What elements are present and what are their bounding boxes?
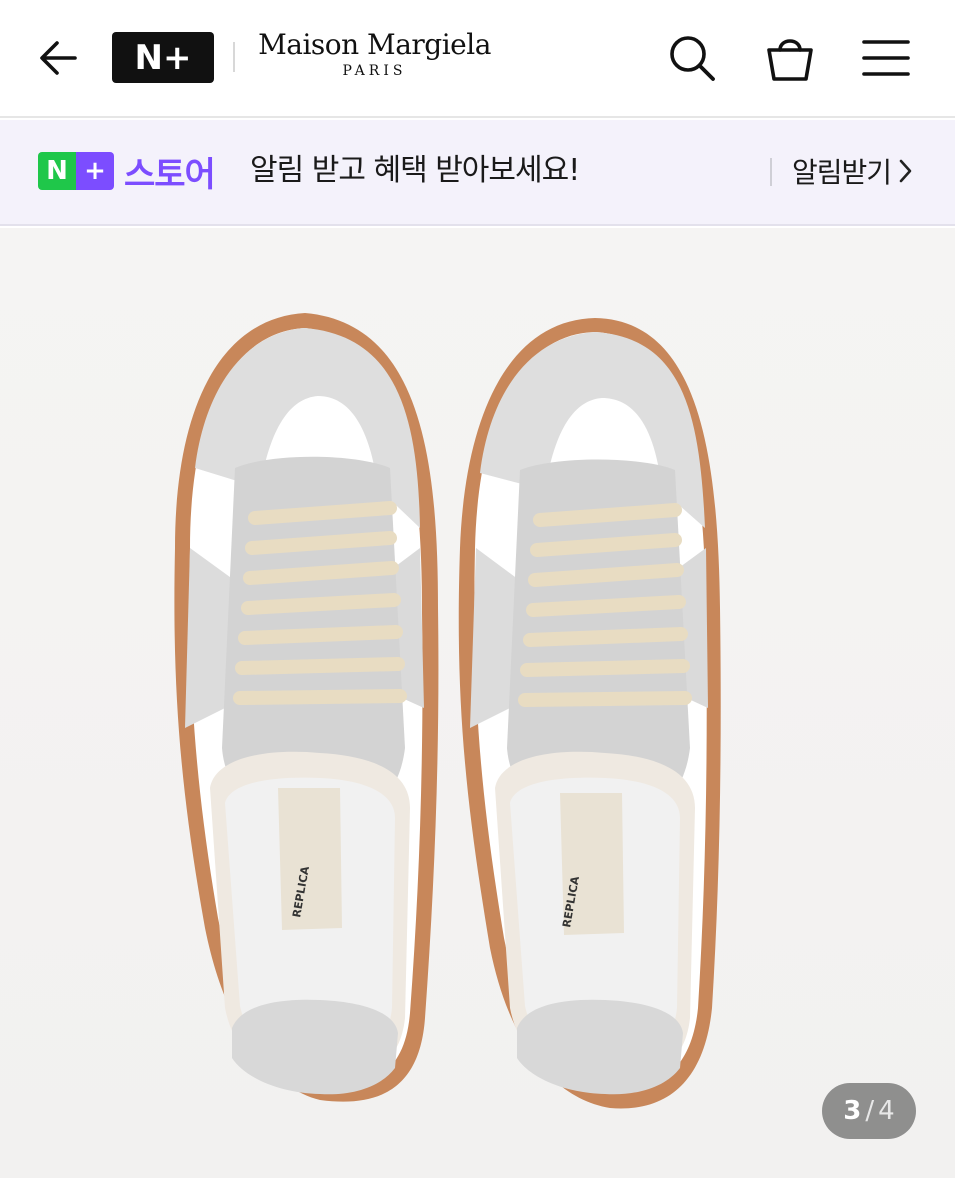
nplus-store-logo: N + 스토어 [38,150,216,195]
brand-logo[interactable]: Maison Margiela PARIS [252,28,497,79]
subscribe-alert-button[interactable]: 알림받기 [792,150,915,192]
menu-button[interactable] [856,28,916,88]
store-badge-plus: + [76,152,114,190]
logo-divider [233,42,235,72]
pager-current: 3 [843,1096,862,1126]
top-header: N+ Maison Margiela PARIS [0,0,955,118]
cart-button[interactable] [760,28,820,88]
hamburger-menu-icon [862,40,910,76]
product-photo-sneakers: REPLICA REPLICA [0,228,955,1178]
banner-divider [770,158,772,186]
arrow-left-icon [40,41,77,75]
brand-sub: PARIS [342,62,407,79]
brand-name: Maison Margiela [258,28,491,61]
product-image-carousel[interactable]: REPLICA REPLICA [0,228,955,1178]
nplus-logo-text: N+ [134,37,192,78]
banner-message: 알림 받고 혜택 받아보세요! [250,153,580,188]
image-pager: 3 / 4 [822,1083,916,1139]
back-button[interactable] [28,28,88,88]
chevron-right-icon [899,159,912,183]
store-badge-n: N [38,152,76,190]
subscribe-alert-label: 알림받기 [792,156,892,189]
nplus-logo[interactable]: N+ [112,32,214,83]
search-button[interactable] [662,28,722,88]
pager-separator: / [865,1096,875,1126]
search-icon [670,36,715,81]
store-label: 스토어 [124,154,216,195]
bottom-spacer [0,1178,955,1200]
shopping-basket-icon [767,39,813,81]
pager-total: 4 [878,1096,895,1126]
